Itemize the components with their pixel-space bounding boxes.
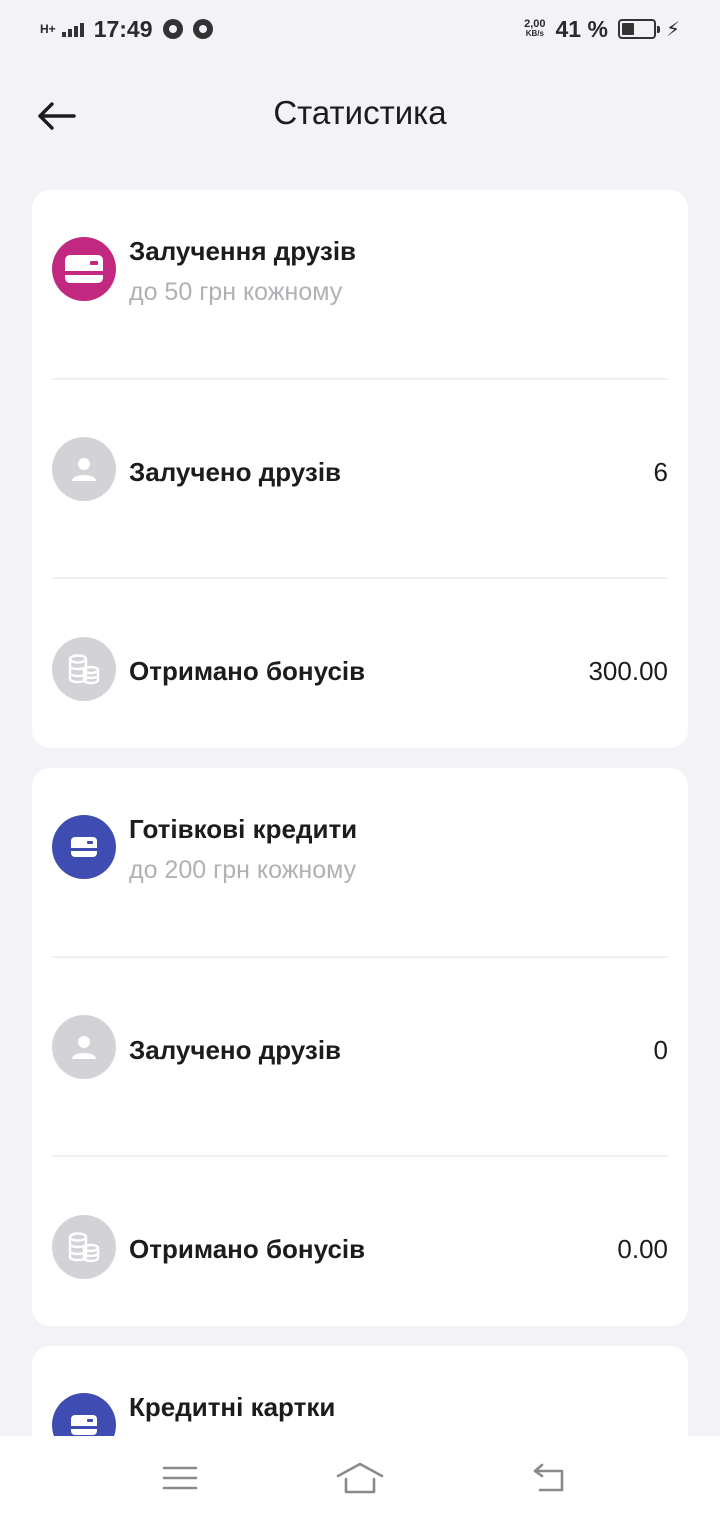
- stat-value: 0.00: [617, 1234, 668, 1264]
- card-title: Готівкові кредити: [129, 814, 358, 844]
- network-type: H+: [40, 21, 56, 36]
- card-icon: [52, 815, 116, 879]
- referral-card: Залучення друзів до 50 грн кожному Залуч…: [32, 190, 688, 748]
- stat-value: 6: [653, 457, 668, 487]
- card-icon: [52, 237, 116, 301]
- network-label: H+: [40, 21, 56, 36]
- person-icon: [52, 1015, 116, 1079]
- stat-label: Залучено друзів: [129, 457, 342, 487]
- home-button[interactable]: [332, 1456, 388, 1500]
- coins-icon: [52, 637, 116, 701]
- cash-credit-card: Готівкові кредити до 200 грн кожному Зал…: [32, 768, 688, 1326]
- speed-unit: KB/s: [525, 29, 544, 38]
- battery-fill: [621, 23, 635, 35]
- viber-icon: [162, 19, 183, 39]
- stat-row-friends: Залучено друзів 6: [32, 380, 688, 578]
- back-icon: [533, 1463, 564, 1492]
- header: Статистика: [0, 80, 720, 150]
- card-title: Кредитні картки: [129, 1392, 336, 1422]
- battery-percent: 41 %: [555, 15, 608, 42]
- page-title: Статистика: [273, 94, 447, 131]
- stat-row-bonuses: Отримано бонусів 300.00: [32, 579, 688, 748]
- system-back-button[interactable]: [520, 1456, 576, 1500]
- stat-row-friends: Залучено друзів 0: [32, 958, 688, 1156]
- card-header[interactable]: Готівкові кредити до 200 грн кожному: [32, 768, 688, 957]
- stat-value: 0: [653, 1035, 668, 1065]
- navigation-bar: [0, 1436, 720, 1520]
- stat-label: Залучено друзів: [129, 1035, 342, 1065]
- signal-icon: [61, 21, 84, 37]
- card-subtitle: до 50 грн кожному: [129, 278, 343, 306]
- stat-label: Отримано бонусів: [129, 1234, 366, 1264]
- menu-button[interactable]: [152, 1456, 208, 1500]
- home-icon: [336, 1462, 384, 1494]
- clock: 17:49: [93, 15, 153, 42]
- stat-row-bonuses: Отримано бонусів 0.00: [32, 1157, 688, 1326]
- charging-icon: ⚡: [665, 18, 680, 41]
- card-title: Залучення друзів: [129, 236, 357, 266]
- stat-value: 300.00: [588, 656, 668, 686]
- battery-icon: [617, 19, 660, 39]
- card-subtitle: до 200 грн кожному: [129, 856, 357, 884]
- person-icon: [52, 437, 116, 501]
- card-header[interactable]: Залучення друзів до 50 грн кожному: [32, 190, 688, 379]
- stat-label: Отримано бонусів: [129, 656, 366, 686]
- network-speed: 2,00 KB/s: [524, 19, 545, 39]
- menu-icon: [162, 1466, 198, 1490]
- speed-value: 2,00: [524, 18, 546, 30]
- status-bar: H+ 17:49 2,00 KB/s 41 % ⚡: [0, 0, 720, 58]
- viber-icon: [192, 19, 213, 39]
- coins-icon: [52, 1215, 116, 1279]
